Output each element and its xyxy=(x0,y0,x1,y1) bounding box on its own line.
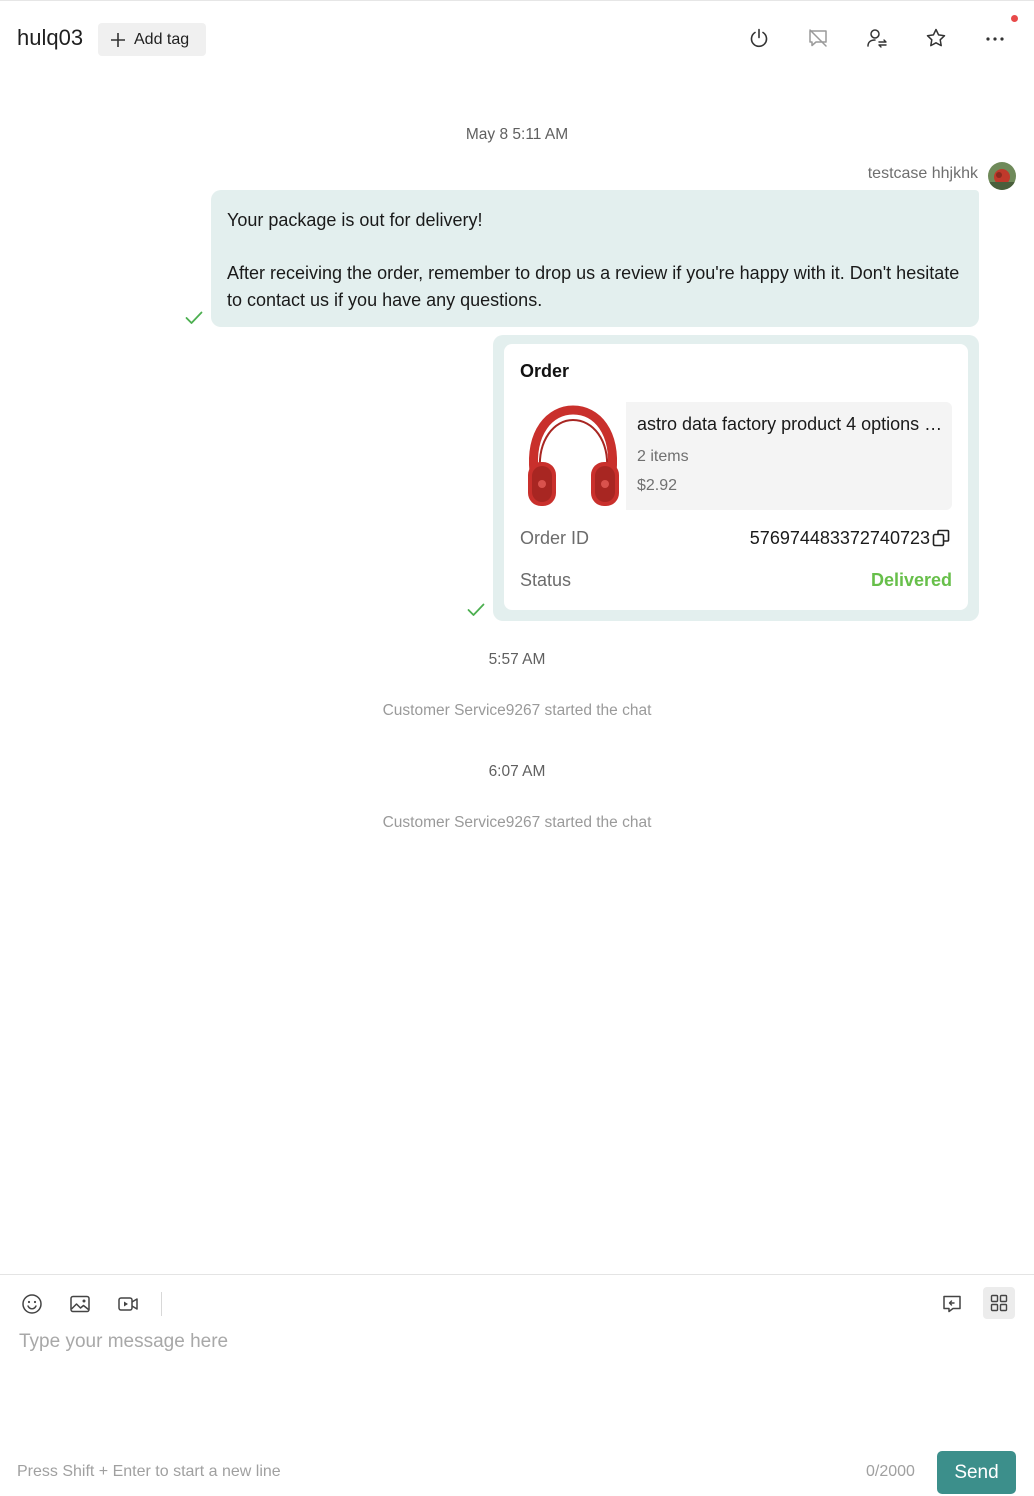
status-label: Status xyxy=(520,570,572,590)
transfer-user-icon[interactable] xyxy=(866,27,888,49)
order-card[interactable]: Order astro data factory product 4 optio… xyxy=(504,344,968,610)
newline-hint: Press Shift + Enter to start a new line xyxy=(17,1463,281,1480)
toolbar-divider xyxy=(161,1292,162,1316)
read-check-icon xyxy=(467,603,485,616)
product-price: $2.92 xyxy=(637,477,678,494)
chat-off-icon[interactable] xyxy=(807,27,829,49)
plus-icon xyxy=(111,32,125,47)
video-icon[interactable] xyxy=(117,1293,139,1315)
event-timestamp: 6:07 AM xyxy=(488,763,546,780)
order-title: Order xyxy=(520,361,570,381)
headphones-product-image xyxy=(520,402,627,510)
message-input[interactable] xyxy=(19,1331,1009,1431)
avatar xyxy=(988,162,1016,190)
chat-header: hulq03 Add tag xyxy=(0,0,1034,78)
character-counter: 0/2000 xyxy=(866,1463,915,1480)
product-name: astro data factory product 4 options wit… xyxy=(637,414,943,434)
message-bubble: Your package is out for delivery! After … xyxy=(211,190,979,327)
read-check-icon xyxy=(185,311,203,324)
status-badge: Delivered xyxy=(870,570,952,590)
order-id-label: Order ID xyxy=(520,528,590,548)
message-composer: Press Shift + Enter to start a new line … xyxy=(0,1274,1034,1496)
star-icon[interactable] xyxy=(925,27,947,49)
sender-name: testcase hhjkhk xyxy=(867,165,978,182)
system-message: Customer Service9267 started the chat xyxy=(382,702,652,719)
add-tag-label: Add tag xyxy=(134,30,190,48)
add-tag-button[interactable]: Add tag xyxy=(98,23,206,56)
order-message: Order astro data factory product 4 optio… xyxy=(493,335,979,621)
notification-dot xyxy=(1011,15,1018,22)
message-text-line1: Your package is out for delivery! xyxy=(227,210,483,230)
emoji-icon[interactable] xyxy=(21,1293,43,1315)
message-text-line2: After receiving the order, remember to d… xyxy=(227,263,960,310)
message-timestamp: May 8 5:11 AM xyxy=(465,126,569,143)
product-info: astro data factory product 4 options wit… xyxy=(626,402,952,510)
conversation-title: hulq03 xyxy=(17,25,84,50)
system-message: Customer Service9267 started the chat xyxy=(382,814,652,831)
event-timestamp: 5:57 AM xyxy=(488,651,546,668)
quick-reply-icon[interactable] xyxy=(941,1293,963,1315)
product-quantity: 2 items xyxy=(637,448,689,465)
more-icon[interactable] xyxy=(984,27,1006,49)
grid-icon xyxy=(990,1294,1008,1312)
send-button[interactable]: Send xyxy=(937,1451,1016,1494)
copy-icon[interactable] xyxy=(932,529,950,547)
apps-button[interactable] xyxy=(983,1287,1015,1319)
order-id-value: 576974483372740723 xyxy=(749,528,930,548)
image-icon[interactable] xyxy=(69,1293,91,1315)
power-icon[interactable] xyxy=(748,27,770,49)
